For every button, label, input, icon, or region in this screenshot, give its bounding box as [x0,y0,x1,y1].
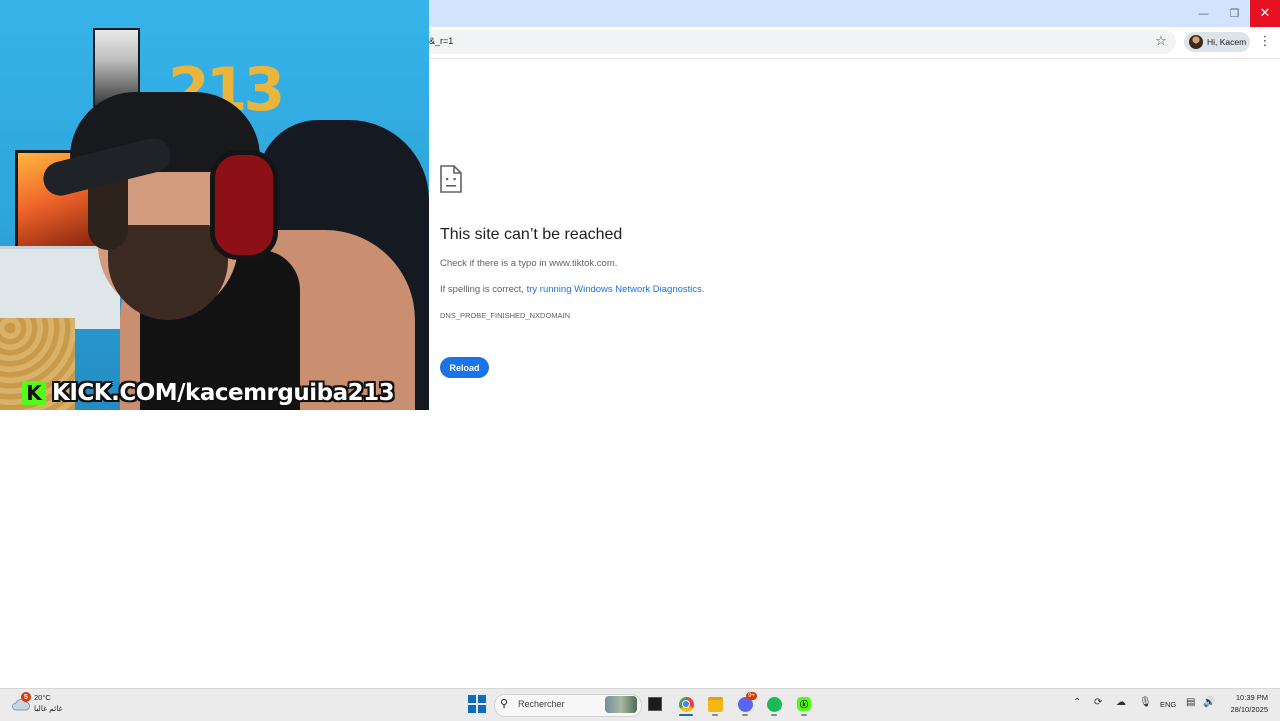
show-hidden-icons-button[interactable]: ⌃ [1073,697,1081,708]
search-icon: ⚲ [500,697,509,710]
diagnostics-hint: If spelling is correct, try running Wind… [440,284,705,295]
onedrive-cloud-icon[interactable]: ☁ [1116,697,1126,708]
clock-date[interactable]: 28/10/2025 [1226,705,1268,714]
reload-button[interactable]: Reload [440,357,489,378]
windows-logo-icon [468,695,476,703]
error-title: This site can’t be reached [440,226,623,243]
sync-icon[interactable]: ⟳ [1094,697,1102,708]
kick-app-icon: ⓚ [797,697,811,711]
input-language[interactable]: ENG [1160,700,1176,709]
kick-taskbar-button[interactable]: ⓚ [794,694,814,714]
file-explorer-button[interactable] [705,694,725,714]
kick-logo-icon: K [22,381,46,405]
weather-temperature[interactable]: 20°C [34,693,51,702]
spotify-icon [766,696,782,712]
sad-page-icon [440,165,462,198]
profile-button[interactable]: Hi, Kacem [1184,32,1250,52]
microphone-icon[interactable]: 🎙 [1139,697,1152,708]
network-diagnostics-link[interactable]: try running Windows Network Diagnostics [527,284,702,295]
typo-hint: Check if there is a typo in www.tiktok.c… [440,258,618,269]
folder-icon [707,696,723,712]
chrome-active-indicator [679,714,693,716]
chrome-taskbar-button[interactable] [676,694,696,714]
spotify-taskbar-button[interactable] [764,694,784,714]
close-window-button[interactable]: ✕ [1250,0,1280,27]
weather-description[interactable]: غائم غالبا [34,704,62,713]
star-icon: ☆ [1155,33,1167,49]
error-code: DNS_PROBE_FINISHED_NXDOMAIN [440,311,571,320]
chrome-icon [678,696,694,712]
restore-button[interactable]: ❐ [1219,0,1250,27]
kick-channel-url: KICK.COM/kacemrguiba213 [52,380,395,406]
kick-indicator [801,714,807,716]
browser-title-bar [429,0,1280,27]
kick-banner: K KICK.COM/kacemrguiba213 [22,378,395,408]
volume-icon[interactable]: 🔊 [1203,697,1215,708]
address-bar-text[interactable]: &_r=1 [429,36,453,46]
browser-menu-button[interactable]: ⋮ [1257,33,1273,49]
discord-indicator [742,714,748,716]
minimize-button[interactable]: — [1188,0,1219,27]
webcam-overlay: 213 K KICK.COM/kacemrguiba213 [0,0,429,410]
task-view-icon [648,697,662,711]
task-view-button[interactable] [645,694,665,714]
weather-badge: 5 [21,692,31,702]
clock-time[interactable]: 10:39 PM [1230,693,1268,702]
start-button[interactable] [468,695,486,713]
network-icon[interactable]: ▤ [1186,697,1195,708]
diagnostics-suffix: . [701,284,705,295]
restore-icon: ❐ [1229,7,1240,20]
chevron-up-icon: ⌃ [1073,697,1082,708]
discord-notification-badge: 9+ [746,692,757,700]
search-highlight-image [605,696,637,713]
spotify-indicator [771,714,777,716]
headphones [210,150,278,260]
close-icon: ✕ [1259,6,1271,21]
search-placeholder[interactable]: Rechercher [518,699,565,709]
bookmark-star-button[interactable]: ☆ [1153,33,1169,49]
address-bar[interactable] [429,30,1176,54]
avatar [1189,35,1203,49]
file-explorer-indicator [712,714,718,716]
more-vertical-icon: ⋮ [1258,33,1272,49]
minimize-icon: — [1198,7,1209,20]
diagnostics-prefix: If spelling is correct, [440,284,527,295]
profile-label: Hi, Kacem [1207,37,1247,47]
